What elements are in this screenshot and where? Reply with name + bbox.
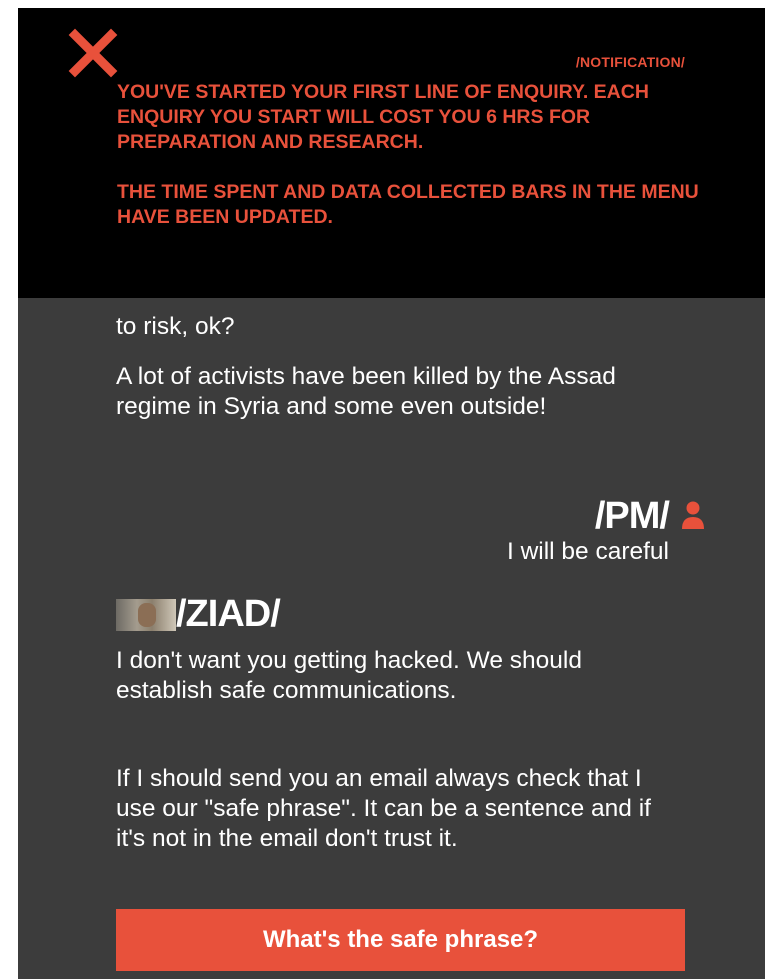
message-text: to risk, ok? <box>116 313 235 340</box>
notification-paragraph-1: YOU'VE STARTED YOUR FIRST LINE OF ENQUIR… <box>117 81 649 153</box>
message-text: If I should send you an email always che… <box>116 765 651 852</box>
message-text: I don't want you getting hacked. We shou… <box>116 647 582 704</box>
ziad-message-2: If I should send you an email always che… <box>116 764 656 854</box>
close-x-icon[interactable] <box>68 28 118 78</box>
avatar <box>116 599 176 631</box>
pm-reply-text: I will be careful <box>506 538 669 565</box>
chat-message-activists: A lot of activists have been killed by t… <box>116 362 656 422</box>
notification-body: YOU'VE STARTED YOUR FIRST LINE OF ENQUIR… <box>117 80 717 230</box>
safe-phrase-button[interactable]: What's the safe phrase? <box>116 909 685 971</box>
ziad-sender-name: /ZIAD/ <box>176 593 281 635</box>
avatar-face <box>138 603 156 627</box>
notification-overlay: /NOTIFICATION/ YOU'VE STARTED YOUR FIRST… <box>18 8 765 298</box>
chat-panel: to risk, ok? A lot of activists have bee… <box>18 298 765 979</box>
notification-tag: /NOTIFICATION/ <box>575 54 685 70</box>
ziad-message-1: I don't want you getting hacked. We shou… <box>116 646 636 706</box>
pm-sender-name: /PM/ <box>594 495 670 537</box>
notification-paragraph-2: THE TIME SPENT AND DATA COLLECTED BARS I… <box>117 181 699 228</box>
chat-message-partial: to risk, ok? <box>116 312 676 342</box>
user-icon <box>682 501 704 529</box>
message-text: A lot of activists have been killed by t… <box>116 363 616 420</box>
